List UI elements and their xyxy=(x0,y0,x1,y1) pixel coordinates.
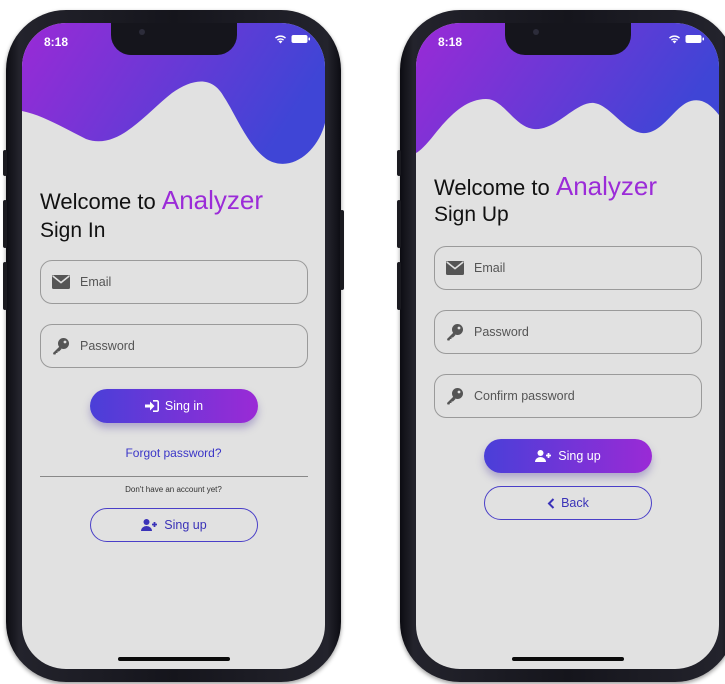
password-placeholder: Password xyxy=(80,339,135,353)
stage: 8:18 Welcome to Analyzer Sign In Email P… xyxy=(0,0,725,684)
phone-sign-in: 8:18 Welcome to Analyzer Sign In Email P… xyxy=(3,10,344,682)
back-button[interactable]: Back xyxy=(484,486,652,520)
envelope-icon xyxy=(51,273,71,291)
welcome-text: Welcome to xyxy=(40,189,156,214)
user-plus-icon xyxy=(141,519,158,531)
no-account-text: Don't have an account yet? xyxy=(125,485,222,494)
page-subtitle: Sign In xyxy=(40,219,106,242)
volume-up-button xyxy=(3,200,7,248)
sign-up-button[interactable]: Sing up xyxy=(484,439,652,473)
battery-icon xyxy=(685,35,704,43)
key-icon xyxy=(445,387,465,405)
phone-sign-up: 8:18 Welcome to Analyzer Sign Up Email P… xyxy=(397,10,725,682)
power-button xyxy=(340,210,344,290)
camera xyxy=(532,29,539,35)
divider xyxy=(40,476,308,477)
brand-name: Analyzer xyxy=(555,171,658,201)
welcome-text: Welcome to xyxy=(434,175,550,200)
key-icon xyxy=(51,337,71,355)
user-plus-icon xyxy=(535,450,552,462)
sign-in-button[interactable]: Sing in xyxy=(90,389,258,423)
camera xyxy=(138,29,145,35)
password-placeholder: Password xyxy=(474,325,529,339)
password-field[interactable]: Password xyxy=(40,324,308,368)
volume-down-button xyxy=(3,262,7,310)
password-field[interactable]: Password xyxy=(434,310,702,354)
status-time: 8:18 xyxy=(438,35,463,49)
confirm-password-field[interactable]: Confirm password xyxy=(434,374,702,418)
status-icons xyxy=(274,34,311,44)
wifi-icon xyxy=(669,35,680,44)
volume-up-button xyxy=(397,200,401,248)
sign-up-button[interactable]: Sing up xyxy=(90,508,258,542)
brand-name: Analyzer xyxy=(161,185,264,215)
page-subtitle: Sign Up xyxy=(434,203,509,226)
status-time: 8:18 xyxy=(44,35,69,49)
volume-down-button xyxy=(397,262,401,310)
home-indicator xyxy=(511,657,624,661)
notch xyxy=(504,23,631,55)
notch xyxy=(110,23,237,55)
home-indicator xyxy=(117,657,230,661)
sign-in-screen: 8:18 Welcome to Analyzer Sign In Email P… xyxy=(22,23,325,669)
welcome-heading: Welcome to Analyzer xyxy=(40,185,263,216)
email-field[interactable]: Email xyxy=(40,260,308,304)
key-icon xyxy=(445,323,465,341)
battery-icon xyxy=(291,35,310,43)
back-label: Back xyxy=(561,496,589,510)
silent-switch xyxy=(3,150,7,176)
welcome-heading: Welcome to Analyzer xyxy=(434,171,657,202)
forgot-password-link[interactable]: Forgot password? xyxy=(22,446,325,460)
email-placeholder: Email xyxy=(80,275,112,289)
chevron-left-icon xyxy=(547,497,555,509)
wifi-icon xyxy=(275,35,286,44)
status-icons xyxy=(668,34,705,44)
sign-up-label: Sing up xyxy=(558,449,601,463)
email-field[interactable]: Email xyxy=(434,246,702,290)
envelope-icon xyxy=(445,259,465,277)
email-placeholder: Email xyxy=(474,261,506,275)
confirm-password-placeholder: Confirm password xyxy=(474,389,575,403)
sign-in-icon xyxy=(144,400,159,412)
sign-up-screen: 8:18 Welcome to Analyzer Sign Up Email P… xyxy=(416,23,719,669)
silent-switch xyxy=(397,150,401,176)
sign-in-label: Sing in xyxy=(164,399,204,413)
sign-up-label: Sing up xyxy=(164,518,207,532)
